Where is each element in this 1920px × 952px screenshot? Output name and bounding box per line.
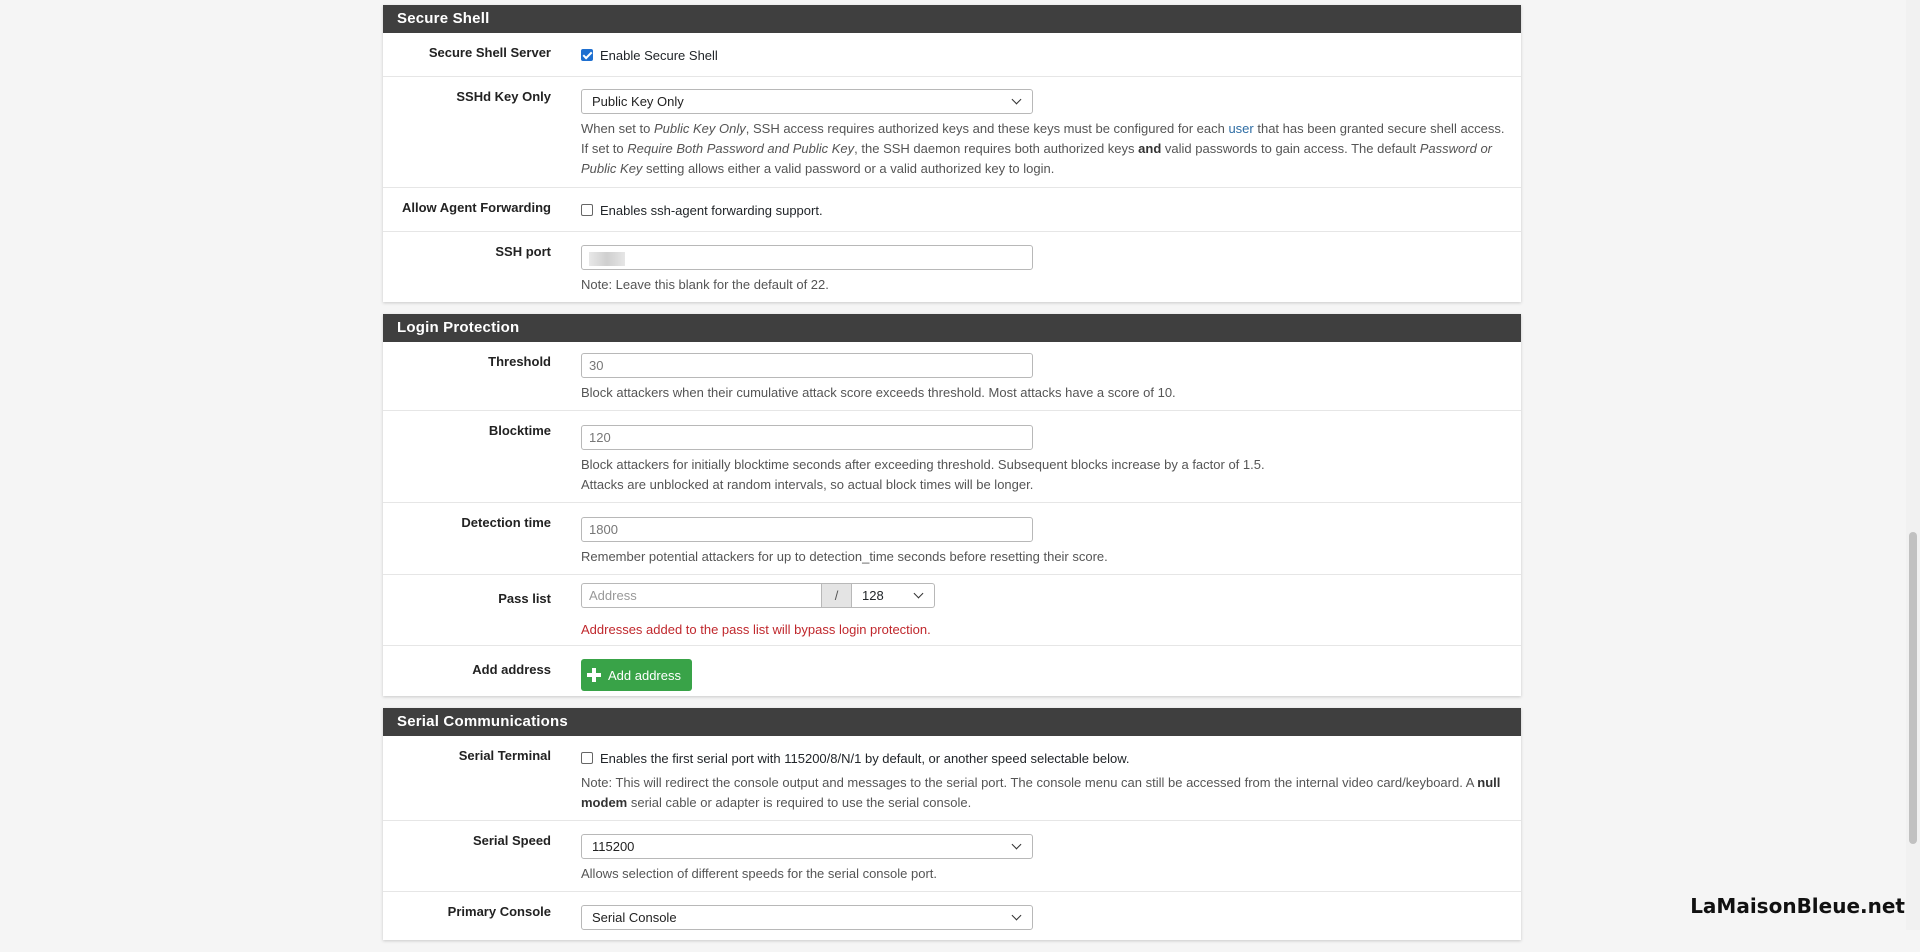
- pass-list-label: Pass list: [498, 591, 551, 606]
- threshold-help: Block attackers when their cumulative at…: [581, 385, 1176, 400]
- detection-time-row: Detection time 1800 Remember potential a…: [383, 503, 1521, 575]
- pass-list-slash: /: [821, 583, 852, 608]
- serial-terminal-label: Serial Terminal: [458, 748, 551, 763]
- add-address-label: Add address: [472, 662, 551, 677]
- agent-forwarding-row: Allow Agent Forwarding Enables ssh-agent…: [383, 188, 1521, 232]
- secure-shell-server-row: Secure Shell Server Enable Secure Shell: [383, 33, 1521, 77]
- serial-terminal-help: Note: This will redirect the console out…: [581, 775, 1501, 810]
- threshold-row: Threshold 30 Block attackers when their …: [383, 342, 1521, 411]
- serial-terminal-checkbox-label: Enables the first serial port with 11520…: [600, 750, 1130, 766]
- ssh-port-input[interactable]: [581, 245, 1033, 270]
- agent-forwarding-checkbox-label: Enables ssh-agent forwarding support.: [600, 202, 823, 218]
- sshd-key-only-select[interactable]: Public Key Only: [581, 89, 1033, 114]
- blocktime-row: Blocktime 120 Block attackers for initia…: [383, 411, 1521, 503]
- pass-list-warning: Addresses added to the pass list will by…: [581, 622, 931, 637]
- serial-terminal-checkbox-wrap[interactable]: Enables the first serial port with 11520…: [581, 748, 1509, 768]
- chevron-down-icon: [1011, 94, 1022, 105]
- ssh-port-label: SSH port: [495, 244, 551, 259]
- primary-console-row: Primary Console Serial Console: [383, 892, 1521, 940]
- add-address-button[interactable]: Add address: [581, 659, 692, 691]
- serial-speed-help: Allows selection of different speeds for…: [581, 866, 938, 881]
- secure-shell-heading: Secure Shell: [383, 5, 1521, 33]
- pass-list-group: Address / 128: [581, 583, 1509, 608]
- sshd-key-only-label: SSHd Key Only: [456, 89, 551, 104]
- agent-forwarding-checkbox[interactable]: [581, 204, 593, 216]
- enable-ssh-checkbox-label: Enable Secure Shell: [600, 47, 718, 63]
- scrollbar-thumb[interactable]: [1909, 532, 1917, 844]
- sshd-key-only-row: SSHd Key Only Public Key Only When set t…: [383, 77, 1521, 188]
- detection-time-help: Remember potential attackers for up to d…: [581, 549, 1108, 564]
- watermark: LaMaisonBleue.net: [1690, 894, 1905, 918]
- blocktime-input[interactable]: 120: [581, 425, 1033, 450]
- serial-communications-panel: Serial Communications Serial Terminal En…: [383, 708, 1521, 940]
- redacted-port-value: [589, 251, 625, 266]
- agent-forwarding-checkbox-wrap[interactable]: Enables ssh-agent forwarding support.: [581, 200, 1509, 220]
- threshold-input[interactable]: 30: [581, 353, 1033, 378]
- page-scrollbar[interactable]: [1906, 0, 1920, 930]
- sshd-key-only-help: When set to Public Key Only, SSH access …: [581, 121, 1505, 176]
- primary-console-value: Serial Console: [592, 910, 677, 925]
- add-address-button-label: Add address: [608, 667, 681, 683]
- serial-speed-label: Serial Speed: [472, 833, 551, 848]
- blocktime-help: Block attackers for initially blocktime …: [581, 457, 1265, 492]
- sshd-key-only-value: Public Key Only: [592, 94, 684, 109]
- plus-icon: [587, 668, 601, 682]
- chevron-down-icon: [1011, 910, 1022, 921]
- serial-terminal-row: Serial Terminal Enables the first serial…: [383, 736, 1521, 821]
- serial-speed-value: 115200: [592, 839, 635, 854]
- ssh-port-row: SSH port Note: Leave this blank for the …: [383, 232, 1521, 302]
- agent-forwarding-label: Allow Agent Forwarding: [401, 200, 551, 215]
- serial-communications-heading: Serial Communications: [383, 708, 1521, 736]
- detection-time-label: Detection time: [461, 515, 551, 530]
- enable-ssh-checkbox-wrap[interactable]: Enable Secure Shell: [581, 45, 1509, 65]
- enable-ssh-checkbox[interactable]: [581, 49, 593, 61]
- secure-shell-server-label: Secure Shell Server: [428, 45, 551, 60]
- primary-console-label: Primary Console: [447, 904, 551, 919]
- chevron-down-icon: [1011, 839, 1022, 850]
- blocktime-label: Blocktime: [488, 423, 551, 438]
- user-link[interactable]: user: [1228, 121, 1253, 136]
- pass-list-cidr-select[interactable]: 128: [852, 583, 935, 608]
- serial-terminal-checkbox[interactable]: [581, 752, 593, 764]
- login-protection-heading: Login Protection: [383, 314, 1521, 342]
- chevron-down-icon: [913, 588, 924, 599]
- pass-list-address-input[interactable]: Address: [581, 583, 821, 608]
- add-address-row: Add address Add address: [383, 646, 1521, 696]
- ssh-port-help: Note: Leave this blank for the default o…: [581, 277, 829, 292]
- pass-list-row: Pass list Address / 128 Addresses added …: [383, 575, 1521, 646]
- secure-shell-panel: Secure Shell Secure Shell Server Enable …: [383, 5, 1521, 302]
- threshold-label: Threshold: [488, 354, 551, 369]
- detection-time-input[interactable]: 1800: [581, 517, 1033, 542]
- pass-list-cidr-value: 128: [862, 588, 884, 603]
- settings-container: Secure Shell Secure Shell Server Enable …: [383, 5, 1521, 952]
- serial-speed-row: Serial Speed 115200 Allows selection of …: [383, 821, 1521, 892]
- login-protection-panel: Login Protection Threshold 30 Block atta…: [383, 314, 1521, 696]
- primary-console-select[interactable]: Serial Console: [581, 905, 1033, 930]
- serial-speed-select[interactable]: 115200: [581, 834, 1033, 859]
